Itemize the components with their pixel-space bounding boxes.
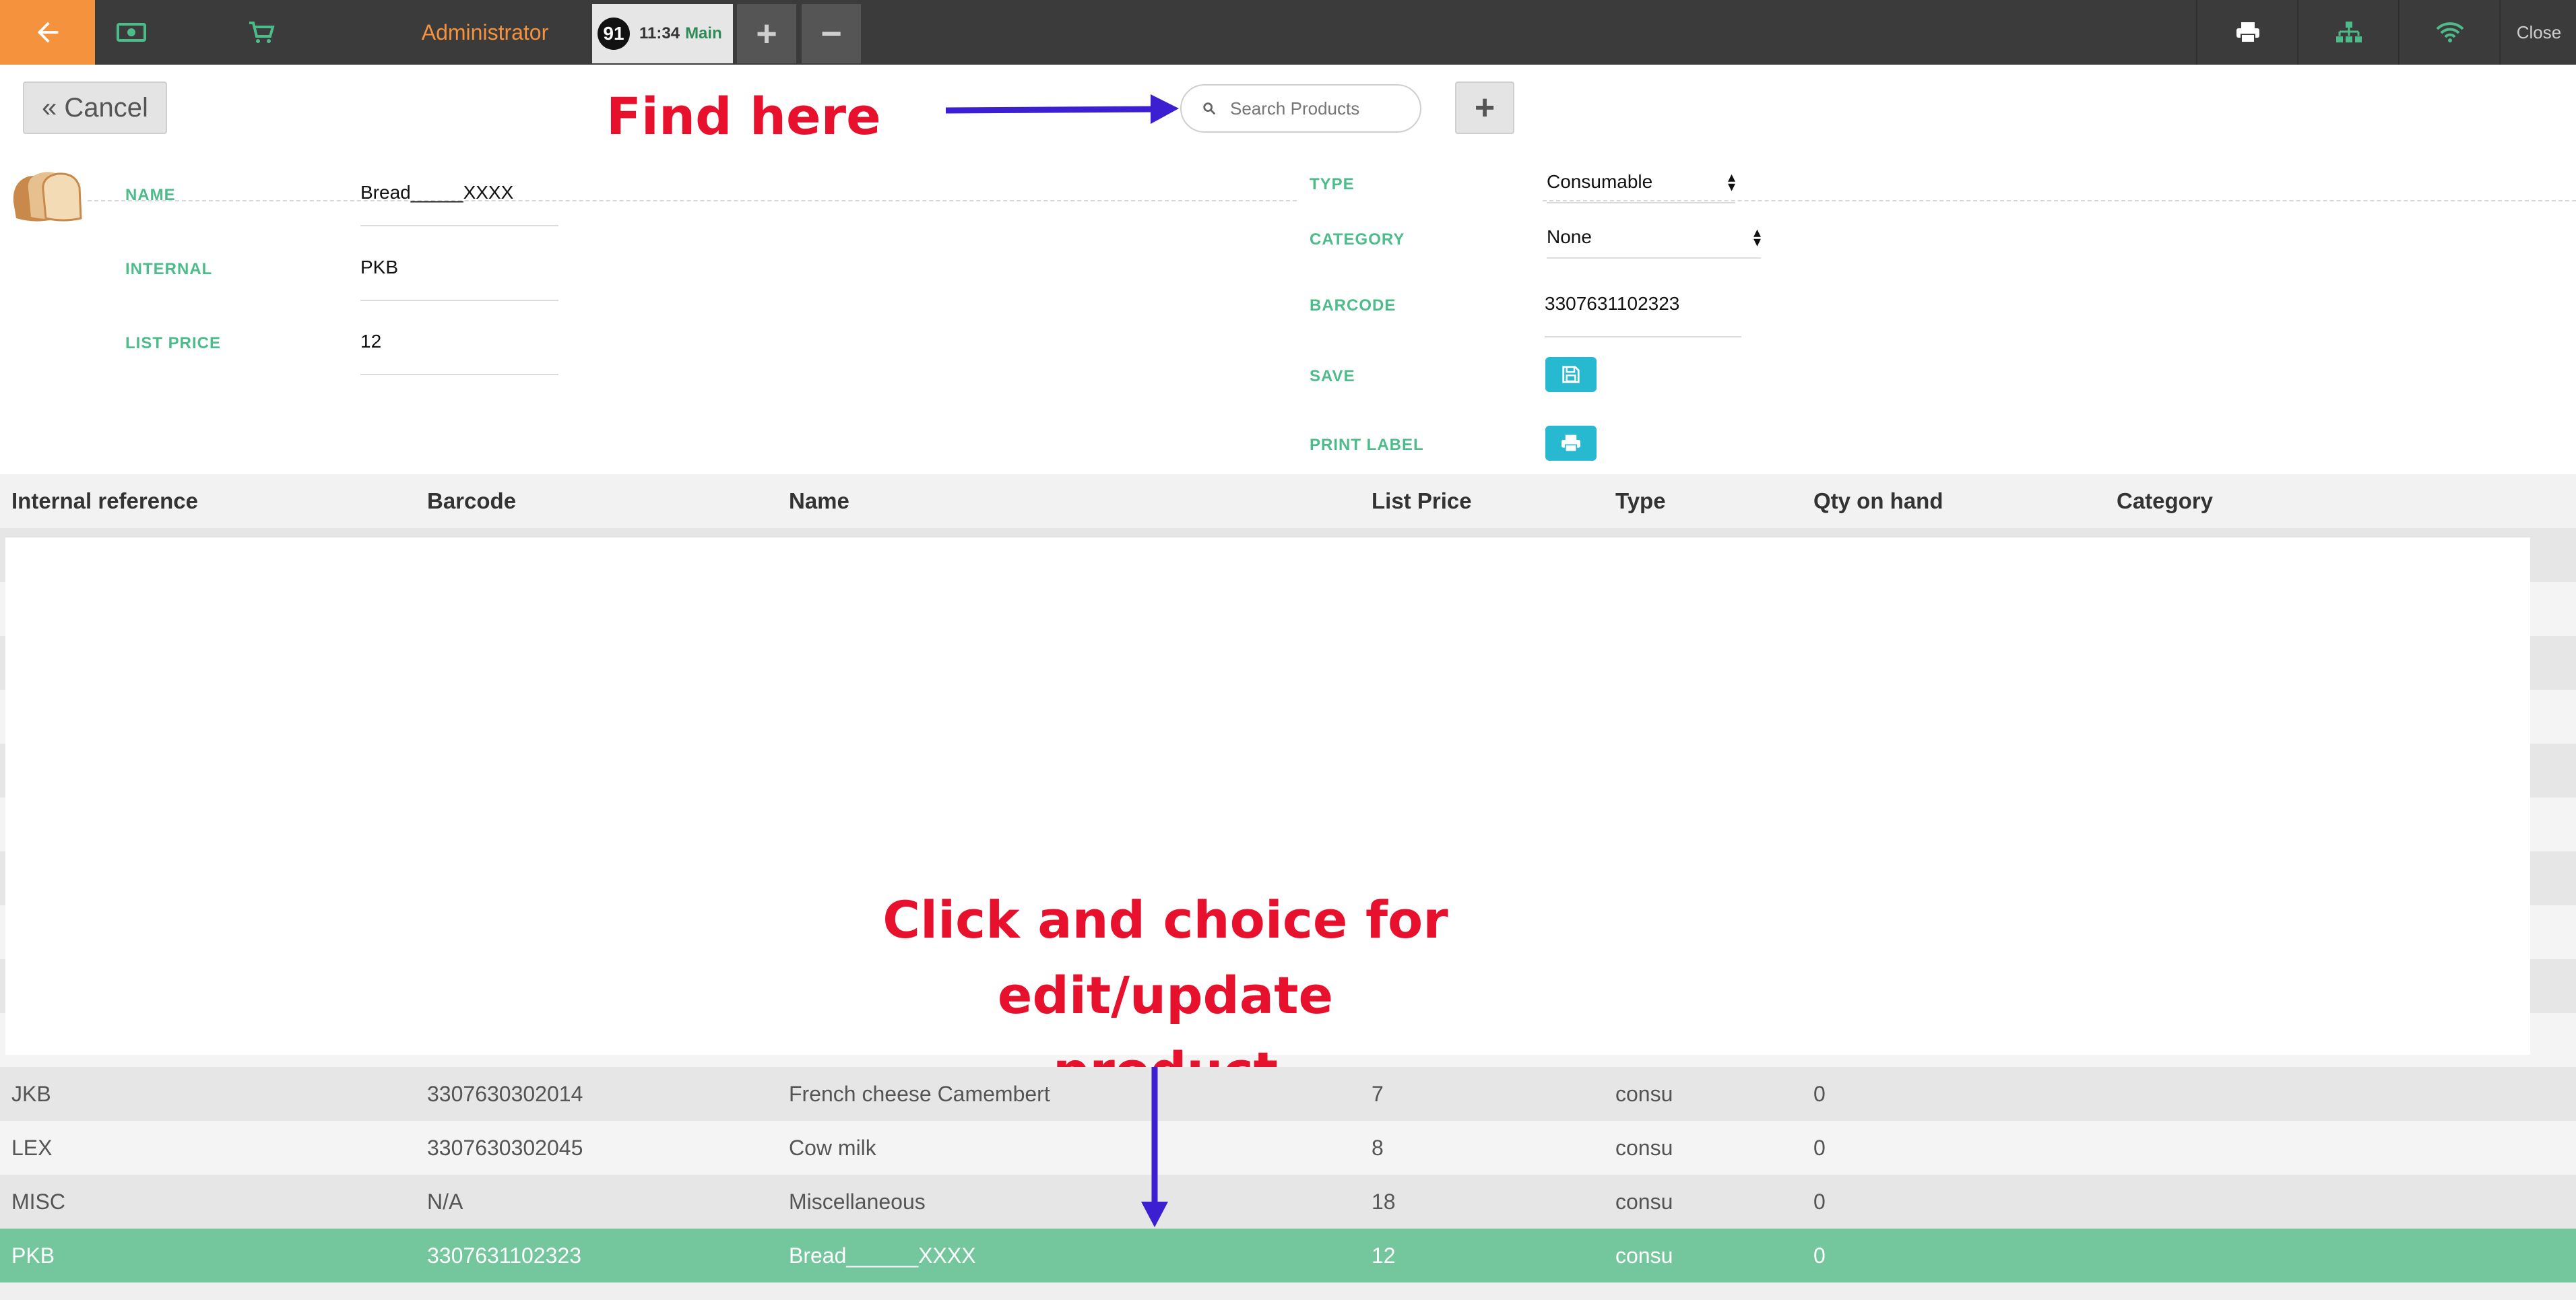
print-label-label: PRINT LABEL <box>1310 436 1424 454</box>
print-icon <box>1561 434 1580 453</box>
cell-qty: 0 <box>1813 1081 1826 1106</box>
table-row[interactable]: MISC N/A Miscellaneous 18 consu 0 <box>0 1175 2576 1229</box>
column-header-type[interactable]: Type <box>1615 474 1666 528</box>
cancel-button[interactable]: « Cancel <box>23 82 167 134</box>
barcode-label: BARCODE <box>1310 296 1396 315</box>
column-header-category[interactable]: Category <box>2117 474 2213 528</box>
search-icon <box>1203 102 1216 115</box>
annotation-click-line1: Click and choice for edit/update <box>882 890 1448 1025</box>
cash-button[interactable] <box>108 0 155 65</box>
cash-icon <box>117 23 146 42</box>
close-button[interactable]: Close <box>2499 0 2576 65</box>
cell-name: Miscellaneous <box>789 1189 926 1214</box>
cell-type: consu <box>1615 1081 1673 1106</box>
list-price-field[interactable]: 12 <box>360 331 558 375</box>
cell-type: consu <box>1615 1243 1673 1268</box>
name-field[interactable]: Bread_____XXXX <box>360 182 558 226</box>
cell-price: 7 <box>1372 1081 1384 1106</box>
cell-qty: 0 <box>1813 1135 1826 1160</box>
category-select-value: None <box>1547 226 1592 247</box>
cell-name: Bread______XXXX <box>789 1243 976 1268</box>
delete-order-button[interactable]: − <box>802 4 861 63</box>
name-label: NAME <box>125 186 176 204</box>
print-button[interactable] <box>2196 0 2298 65</box>
internal-label: INTERNAL <box>125 260 213 278</box>
type-select-value: Consumable <box>1547 171 1653 192</box>
order-time: 11:34 <box>639 24 680 42</box>
wifi-button[interactable] <box>2398 0 2501 65</box>
new-order-button[interactable]: + <box>737 4 796 63</box>
back-button[interactable] <box>0 0 95 65</box>
print-icon <box>2236 22 2259 43</box>
cell-barcode: 3307631102323 <box>427 1243 581 1268</box>
cell-ref: MISC <box>11 1189 65 1214</box>
top-bar: Administrator 91 11:34 Main + − Close <box>0 0 2576 65</box>
cell-price: 18 <box>1372 1189 1396 1214</box>
column-header-name[interactable]: Name <box>789 474 849 528</box>
proxy-button[interactable] <box>2297 0 2400 65</box>
cell-type: consu <box>1615 1135 1673 1160</box>
cart-icon <box>249 22 275 43</box>
list-price-label: LIST PRICE <box>125 334 222 352</box>
save-icon <box>1562 366 1580 383</box>
cell-ref: PKB <box>11 1243 55 1268</box>
table-row-selected[interactable]: PKB 3307631102323 Bread______XXXX 12 con… <box>0 1229 2576 1282</box>
cell-type: consu <box>1615 1189 1673 1214</box>
cell-qty: 0 <box>1813 1243 1826 1268</box>
print-label-button[interactable] <box>1545 426 1597 461</box>
column-header-qty-on-hand[interactable]: Qty on hand <box>1813 474 1943 528</box>
barcode-field[interactable]: 3307631102323 <box>1545 293 1741 337</box>
wifi-icon <box>2436 22 2464 42</box>
add-product-button[interactable]: + <box>1455 82 1514 134</box>
network-icon <box>2336 22 2362 42</box>
product-image <box>13 172 82 222</box>
cell-name: Cow milk <box>789 1135 876 1160</box>
cell-ref: LEX <box>11 1135 53 1160</box>
cell-price: 12 <box>1372 1243 1396 1268</box>
cell-barcode: N/A <box>427 1189 463 1214</box>
arrow-to-search-icon <box>945 94 1179 124</box>
internal-field[interactable]: PKB <box>360 257 558 301</box>
category-select[interactable]: None ▴ ▾ <box>1547 224 1761 259</box>
back-arrow-icon <box>37 22 58 43</box>
search-products-field[interactable] <box>1180 84 1421 133</box>
select-arrows-icon: ▴ ▾ <box>1753 224 1761 250</box>
save-button[interactable] <box>1545 357 1597 392</box>
select-arrows-icon: ▴ ▾ <box>1727 168 1735 195</box>
user-name[interactable]: Administrator <box>377 0 593 65</box>
cart-button[interactable] <box>243 0 280 65</box>
category-label: CATEGORY <box>1310 230 1405 249</box>
cell-qty: 0 <box>1813 1189 1826 1214</box>
cell-barcode: 3307630302014 <box>427 1081 583 1106</box>
form-divider <box>88 200 1297 201</box>
order-tab-main[interactable]: 91 11:34 Main <box>592 4 733 63</box>
order-number-badge: 91 <box>598 18 630 50</box>
column-header-internal-reference[interactable]: Internal reference <box>11 474 198 528</box>
table-row[interactable]: LEX 3307630302045 Cow milk 8 consu 0 <box>0 1121 2576 1175</box>
table-footer-stripe <box>0 1282 2576 1300</box>
order-name: Main <box>685 24 722 42</box>
cell-price: 8 <box>1372 1135 1384 1160</box>
cell-ref: JKB <box>11 1081 51 1106</box>
search-input[interactable] <box>1229 97 1420 120</box>
cell-name: French cheese Camembert <box>789 1081 1050 1106</box>
table-row[interactable]: JKB 3307630302014 French cheese Camember… <box>0 1067 2576 1121</box>
table-header: Internal reference Barcode Name List Pri… <box>0 474 2576 528</box>
save-label: SAVE <box>1310 367 1355 385</box>
annotation-find-here: Find here <box>606 86 881 146</box>
type-label: TYPE <box>1310 175 1355 193</box>
column-header-barcode[interactable]: Barcode <box>427 474 516 528</box>
column-header-list-price[interactable]: List Price <box>1372 474 1472 528</box>
type-select[interactable]: Consumable ▴ ▾ <box>1547 168 1735 203</box>
cell-barcode: 3307630302045 <box>427 1135 583 1160</box>
